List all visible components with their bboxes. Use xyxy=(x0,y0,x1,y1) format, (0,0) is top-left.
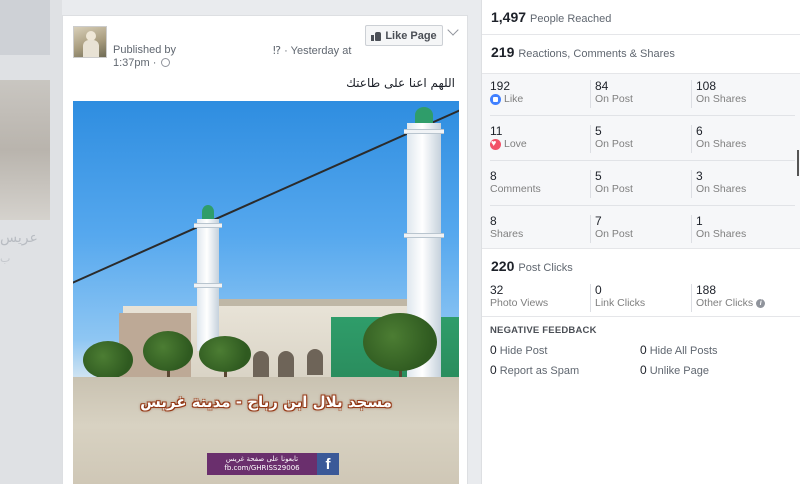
reactions-breakdown: 192 Like 84 On Post 108 On Shares 11 Lov… xyxy=(482,73,800,249)
shares-on-shares: 1 On Shares xyxy=(696,214,747,241)
like-on-post: 84 On Post xyxy=(595,79,633,106)
background-blur-text-2: ب xyxy=(0,252,11,265)
like-on-shares: 108 On Shares xyxy=(696,79,747,106)
people-reached: 1,497 People Reached xyxy=(491,9,800,27)
hide-all-posts-stat: 0 Hide All Posts xyxy=(640,343,718,357)
love-on-shares: 6 On Shares xyxy=(696,124,747,151)
tree xyxy=(199,336,251,372)
published-by-label: Published by xyxy=(113,44,176,56)
people-reached-label: People Reached xyxy=(530,13,612,25)
post-photo[interactable]: مسجد بلال ابن رباح - مدينة غريس تابعونا … xyxy=(73,101,459,484)
people-reached-count: 1,497 xyxy=(491,9,527,25)
page-avatar[interactable] xyxy=(73,26,107,58)
love-icon xyxy=(490,137,501,150)
post-clicks-label: Post Clicks xyxy=(518,262,573,274)
love-stat: 11 Love xyxy=(490,125,590,151)
info-icon[interactable]: i xyxy=(756,299,766,308)
love-on-post: 5 On Post xyxy=(595,124,633,151)
tree xyxy=(143,331,193,371)
post-text: اللهم اعنا على طاعتك xyxy=(346,76,455,90)
like-page-button[interactable]: Like Page xyxy=(365,25,443,46)
report-spam-stat: 0 Report as Spam xyxy=(490,363,580,377)
badge-line-2: fb.com/GHRISS29006 xyxy=(224,464,300,472)
engagement-count: 219 xyxy=(491,44,515,60)
comments-on-shares: 3 On Shares xyxy=(696,169,747,196)
power-cable xyxy=(73,107,459,288)
post-clicks-count: 220 xyxy=(491,258,515,274)
thumbs-up-icon xyxy=(371,31,382,41)
shares-stat: 8 Shares xyxy=(490,214,524,241)
post-time-row: 1:37pm · xyxy=(113,57,171,69)
background-blur-photo xyxy=(0,80,50,220)
tree xyxy=(83,341,133,379)
hide-post-stat: 0 Hide Post xyxy=(490,343,548,357)
engagement-label: Reactions, Comments & Shares xyxy=(518,48,675,60)
facebook-follow-badge[interactable]: تابعونا على صفحة غريس fb.com/GHRISS29006… xyxy=(207,453,339,475)
like-page-label: Like Page xyxy=(385,29,437,42)
comments-on-post: 5 On Post xyxy=(595,169,633,196)
photo-caption: مسجد بلال ابن رباح - مدينة غريس xyxy=(140,393,392,411)
tree xyxy=(363,313,437,371)
like-stat: 192 Like xyxy=(490,79,524,105)
post-card: Published by ⁉ · Yesterday at 1:37pm · L… xyxy=(62,15,468,484)
background-blur-text: عريس xyxy=(0,230,38,246)
comments-stat: 8 Comments xyxy=(490,169,541,196)
negative-feedback-title: NEGATIVE FEEDBACK xyxy=(490,325,597,336)
background-blur-block xyxy=(0,0,50,55)
scrollbar[interactable] xyxy=(797,150,799,176)
badge-line-1: تابعونا على صفحة غريس xyxy=(225,455,299,463)
photo-views-stat: 32 Photo Views xyxy=(490,283,549,310)
unlike-page-stat: 0 Unlike Page xyxy=(640,363,710,377)
post-date[interactable]: ⁉ · Yesterday at xyxy=(273,44,351,57)
shares-on-post: 7 On Post xyxy=(595,214,633,241)
post-time[interactable]: 1:37pm · xyxy=(113,57,156,69)
chevron-down-icon[interactable] xyxy=(447,24,459,36)
like-icon xyxy=(490,94,501,105)
insights-panel: 1,497 People Reached 219 Reactions, Commen… xyxy=(481,0,800,484)
link-clicks-stat: 0 Link Clicks xyxy=(595,283,646,310)
other-clicks-stat: 188 Other Clicks i xyxy=(696,284,796,310)
engagement-total: 219 Reactions, Comments & Shares xyxy=(491,44,800,62)
post-clicks: 220 Post Clicks xyxy=(491,258,800,276)
minaret-left xyxy=(194,205,222,351)
background-page: عريس ب xyxy=(0,0,62,484)
post-meta: Published by ⁉ · Yesterday at xyxy=(113,44,351,57)
globe-icon[interactable] xyxy=(161,58,171,67)
facebook-icon: f xyxy=(317,453,339,475)
